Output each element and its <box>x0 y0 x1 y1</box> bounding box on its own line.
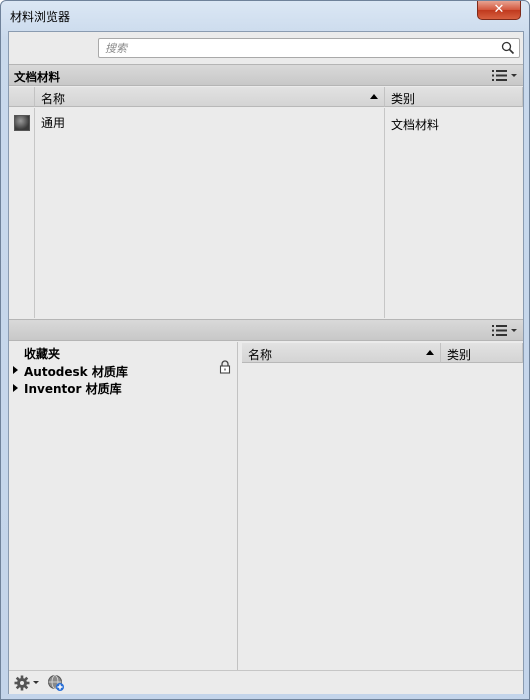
name-column-header[interactable]: 名称 <box>35 87 385 107</box>
library-name-column-header[interactable]: 名称 <box>242 343 441 363</box>
favorites-label[interactable]: 收藏夹 <box>24 345 60 362</box>
library-item-inventor[interactable]: Inventor 材质库 <box>24 380 122 397</box>
library-name-column-label: 名称 <box>248 348 273 362</box>
close-button[interactable]: ✕ <box>477 1 521 20</box>
material-thumbnail[interactable] <box>14 115 30 131</box>
library-item-autodesk[interactable]: Autodesk 材质库 <box>24 363 128 380</box>
search-row <box>9 32 523 64</box>
library-category-column-label: 类别 <box>447 348 472 362</box>
close-icon: ✕ <box>493 2 505 17</box>
list-view-icon[interactable] <box>491 68 519 83</box>
category-column-label: 类别 <box>391 92 416 106</box>
sort-ascending-icon <box>426 350 434 355</box>
material-name-cell[interactable]: 通用 <box>41 114 65 131</box>
document-materials-header: 文档材料 <box>9 64 523 86</box>
add-library-icon[interactable] <box>47 674 65 692</box>
name-column-label: 名称 <box>41 92 66 106</box>
pane-divider[interactable] <box>237 342 238 670</box>
lock-icon <box>219 360 231 374</box>
thumbnail-column-header <box>9 87 35 107</box>
material-browser-window: 材料浏览器 ✕ 文档材料 名称 <box>0 0 530 700</box>
gear-icon[interactable] <box>14 675 42 691</box>
material-category-cell[interactable]: 文档材料 <box>391 116 439 133</box>
document-materials-title: 文档材料 <box>14 70 60 84</box>
search-icon[interactable] <box>501 41 515 55</box>
library-toolbar <box>9 319 523 341</box>
search-input[interactable] <box>105 40 485 56</box>
column-divider <box>34 108 35 318</box>
list-view-icon[interactable] <box>491 323 519 338</box>
search-box[interactable] <box>98 38 520 58</box>
bottom-toolbar <box>9 670 523 694</box>
title-bar[interactable]: 材料浏览器 ✕ <box>1 1 529 29</box>
column-divider <box>384 108 385 318</box>
library-category-column-header[interactable]: 类别 <box>441 343 523 363</box>
window-title: 材料浏览器 <box>10 10 71 24</box>
expand-triangle-icon[interactable] <box>13 366 18 374</box>
category-column-header[interactable]: 类别 <box>385 87 523 107</box>
expand-triangle-icon[interactable] <box>13 384 18 392</box>
sort-ascending-icon <box>370 94 378 99</box>
client-area: 文档材料 名称 类别 通用 文档材料 <box>8 31 524 694</box>
